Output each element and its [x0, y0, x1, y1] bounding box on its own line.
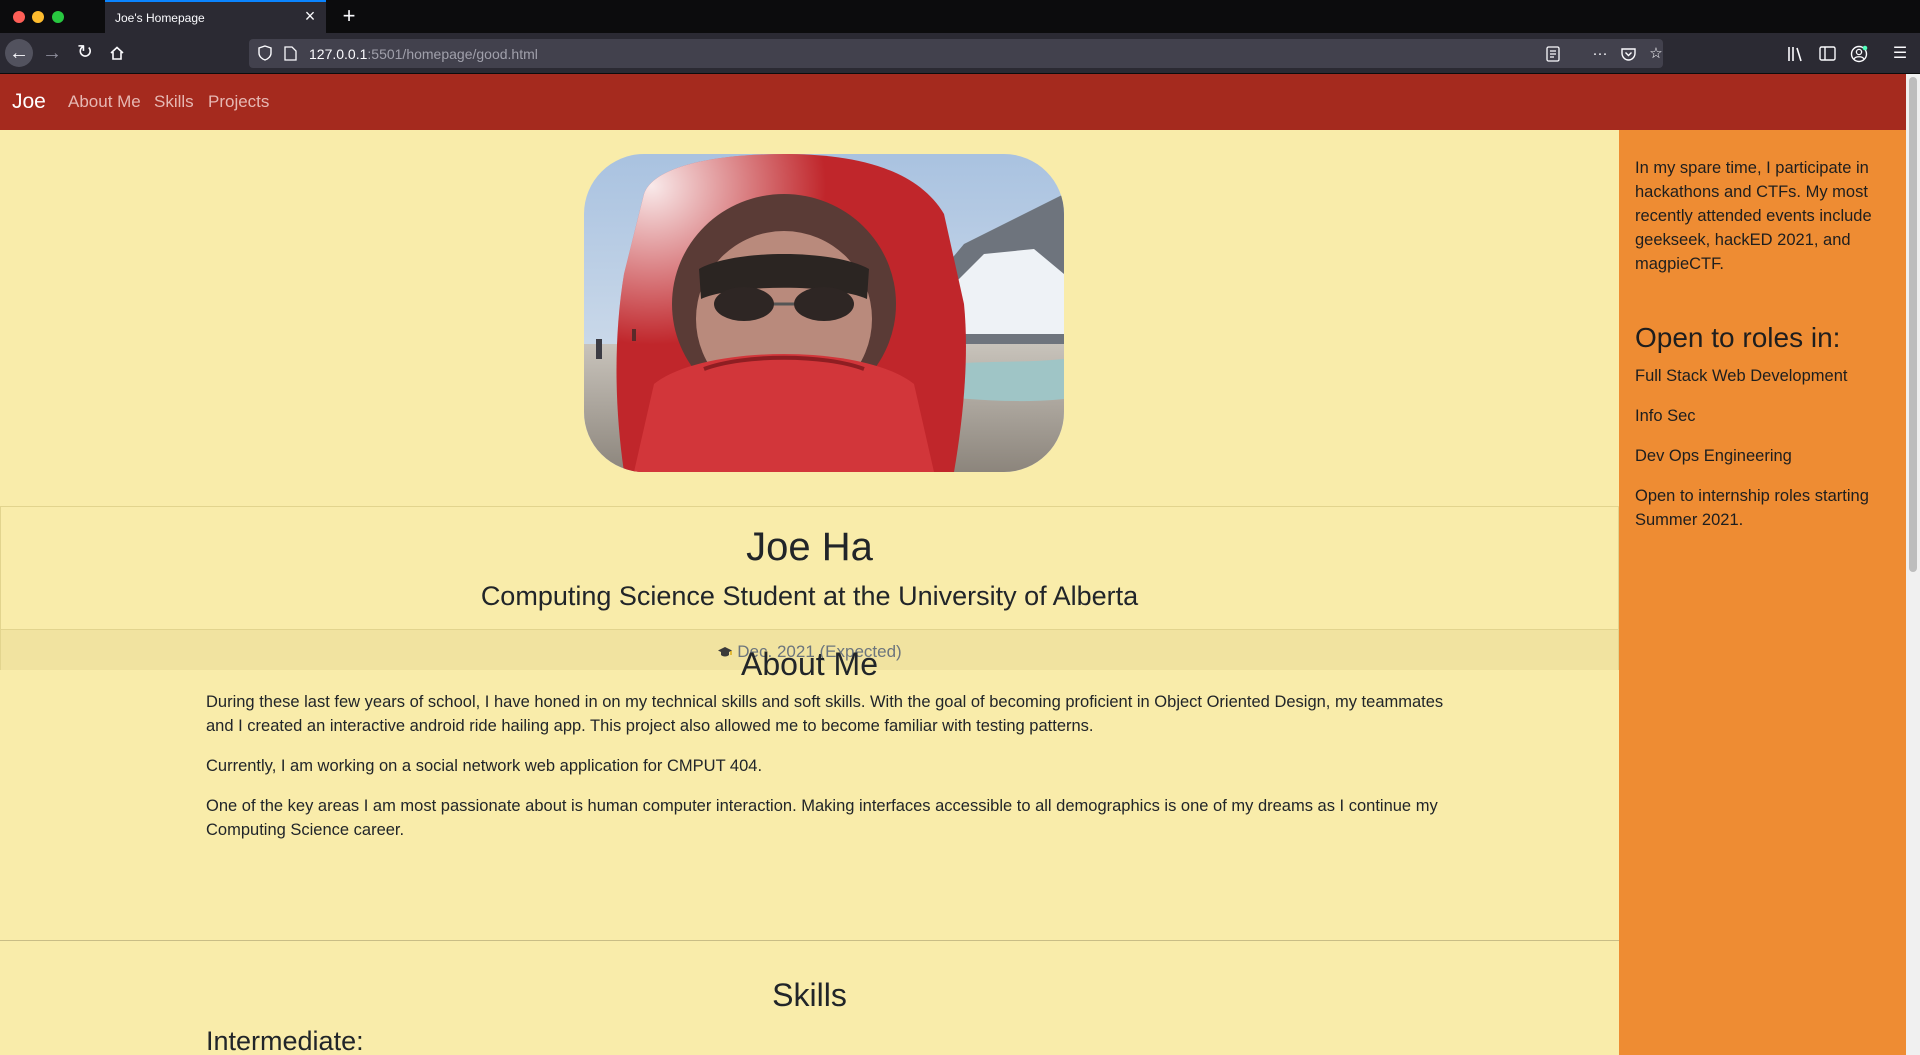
role-item: Info Sec — [1635, 407, 1696, 425]
window-maximize-button[interactable] — [52, 11, 64, 23]
nav-link-skills[interactable]: Skills — [154, 92, 194, 112]
page-title: Joe Ha — [746, 525, 873, 569]
about-paragraph: One of the key areas I am most passionat… — [206, 797, 1438, 839]
browser-toolbar: ← → ↻ 127.0.0.1:5501/homepage/good.html … — [0, 33, 1920, 74]
about-paragraph: Currently, I am working on a social netw… — [206, 757, 763, 775]
sidebar-intro: In my spare time, I participate in hacka… — [1635, 159, 1872, 273]
sidebar-toggle-icon[interactable] — [1816, 43, 1838, 65]
navbar-brand[interactable]: Joe — [12, 90, 46, 114]
page-scrollbar[interactable] — [1906, 74, 1920, 1055]
browser-tab[interactable]: Joe's Homepage × — [105, 0, 326, 33]
tracking-shield-icon[interactable] — [258, 45, 272, 61]
site-navbar: Joe About Me Skills Projects — [0, 74, 1906, 130]
library-icon[interactable] — [1785, 43, 1807, 65]
page-actions-icon[interactable]: ··· — [1590, 44, 1610, 64]
window-minimize-button[interactable] — [32, 11, 44, 23]
nav-link-projects[interactable]: Projects — [208, 92, 269, 112]
url-bar[interactable]: 127.0.0.1:5501/homepage/good.html ··· ☆ — [249, 39, 1663, 68]
window-close-button[interactable] — [13, 11, 25, 23]
roles-heading: Open to roles in: — [1635, 322, 1841, 353]
about-paragraph: During these last few years of school, I… — [206, 693, 1444, 735]
section-divider — [0, 940, 1619, 941]
tab-close-icon[interactable]: × — [301, 7, 319, 25]
back-arrow-icon[interactable]: ← — [5, 39, 33, 67]
skills-section-title: Skills — [772, 977, 847, 1013]
page-viewport: Joe About Me Skills Projects Joe Ha Comp… — [0, 74, 1920, 1055]
url-text: 127.0.0.1:5501/homepage/good.html — [309, 46, 538, 62]
page-subtitle: Computing Science Student at the Univers… — [480, 581, 1139, 611]
account-icon[interactable] — [1848, 43, 1870, 65]
nav-link-about-me[interactable]: About Me — [68, 92, 141, 112]
tab-title: Joe's Homepage — [115, 11, 205, 25]
home-icon[interactable] — [103, 39, 131, 67]
about-section-title: About Me — [741, 646, 878, 682]
new-tab-plus-icon[interactable]: + — [336, 3, 362, 29]
reload-icon[interactable]: ↻ — [71, 39, 99, 67]
scrollbar-thumb[interactable] — [1909, 77, 1917, 572]
forward-arrow-icon[interactable]: → — [38, 39, 66, 67]
reader-view-icon[interactable] — [1543, 44, 1563, 64]
main-content: Joe Ha Computing Science Student at the … — [0, 130, 1619, 1055]
menu-hamburger-icon[interactable]: ☰ — [1889, 43, 1911, 65]
bookmark-star-icon[interactable]: ☆ — [1646, 44, 1666, 64]
pocket-icon[interactable] — [1618, 44, 1638, 64]
browser-tab-bar: Joe's Homepage × + — [0, 0, 1920, 33]
role-item: Full Stack Web Development — [1635, 367, 1848, 385]
page-info-icon[interactable] — [284, 46, 297, 61]
sidebar: In my spare time, I participate in hacka… — [1619, 130, 1906, 1055]
skills-level-heading: Intermediate: — [206, 1026, 364, 1055]
profile-photo — [584, 154, 1064, 472]
url-path: :5501/homepage/good.html — [367, 46, 538, 62]
role-item: Dev Ops Engineering — [1635, 447, 1792, 465]
url-host: 127.0.0.1 — [309, 46, 368, 62]
internship-note: Open to internship roles starting Summer… — [1635, 487, 1869, 529]
